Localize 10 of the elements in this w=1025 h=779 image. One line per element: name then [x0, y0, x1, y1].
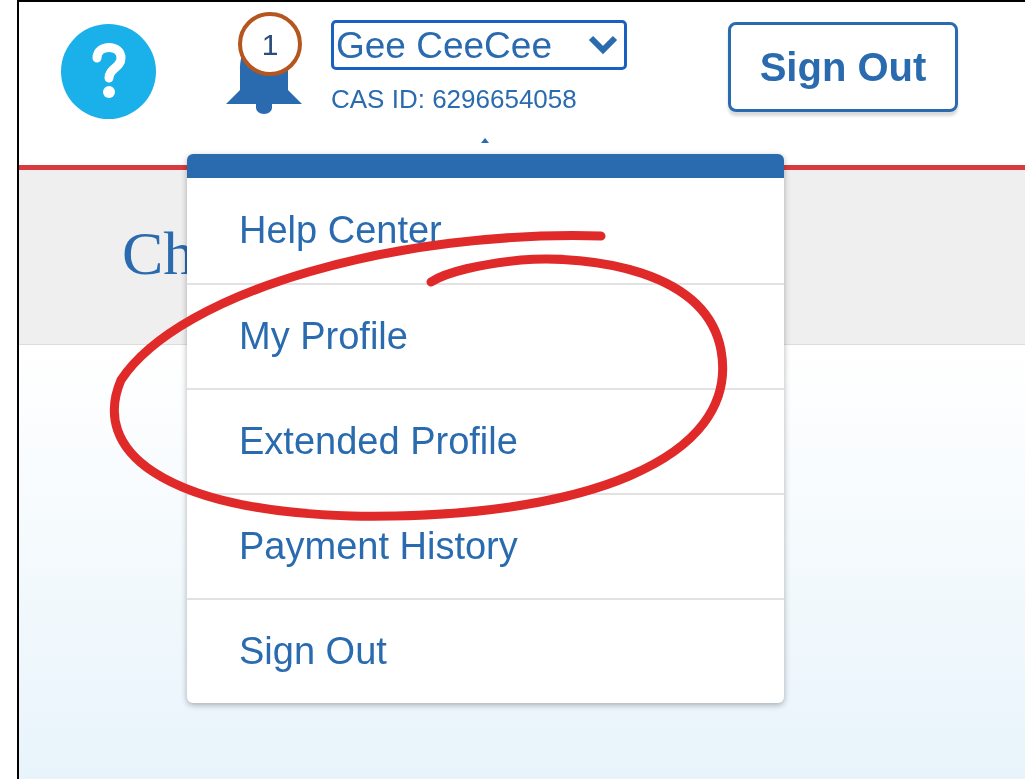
menu-item[interactable]: My Profile	[187, 283, 784, 388]
menu-item[interactable]: Extended Profile	[187, 388, 784, 493]
sign-out-button[interactable]: Sign Out	[728, 22, 958, 112]
menu-item[interactable]: Payment History	[187, 493, 784, 598]
notification-count: 1	[261, 28, 279, 61]
menu-item[interactable]: Sign Out	[187, 598, 784, 703]
user-menu-button[interactable]: Gee CeeCee	[331, 20, 627, 70]
cas-id: CAS ID: 6296654058	[331, 86, 578, 112]
chevron-icon	[588, 35, 618, 55]
menu-item[interactable]: Help Center	[187, 178, 784, 283]
